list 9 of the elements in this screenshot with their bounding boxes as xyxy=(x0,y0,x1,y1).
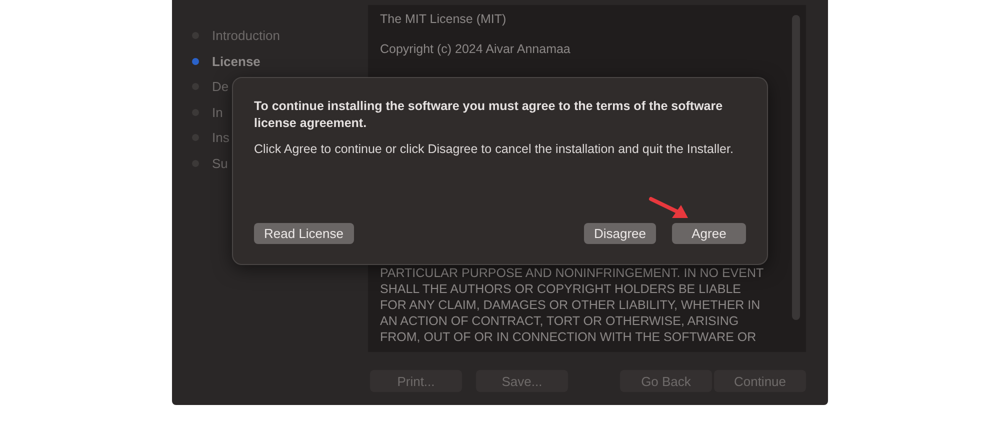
license-paragraph: Copyright (c) 2024 Aivar Annamaa xyxy=(380,41,572,57)
dialog-message: Click Agree to continue or click Disagree to cancel the installation and quit the Installer. xyxy=(254,141,734,158)
license-line: FOR ANY CLAIM, DAMAGES OR OTHER LIABILITY, WHETHER IN xyxy=(380,297,762,313)
license-line: PARTICULAR PURPOSE AND NONINFRINGEMENT. IN NO EVENT xyxy=(380,265,765,281)
license-paragraph: The MIT License (MIT) xyxy=(380,11,508,27)
license-line: SHALL THE AUTHORS OR COPYRIGHT HOLDERS BE LIABLE xyxy=(380,281,742,297)
license-line: FROM, OUT OF OR IN CONNECTION WITH THE SOFTWARE OR xyxy=(380,329,758,345)
license-line: AN ACTION OF CONTRACT, TORT OR OTHERWISE, ARISING xyxy=(380,313,740,329)
dialog-heading: To continue installing the software you must agree to the terms of the software license agreement. xyxy=(254,98,724,132)
